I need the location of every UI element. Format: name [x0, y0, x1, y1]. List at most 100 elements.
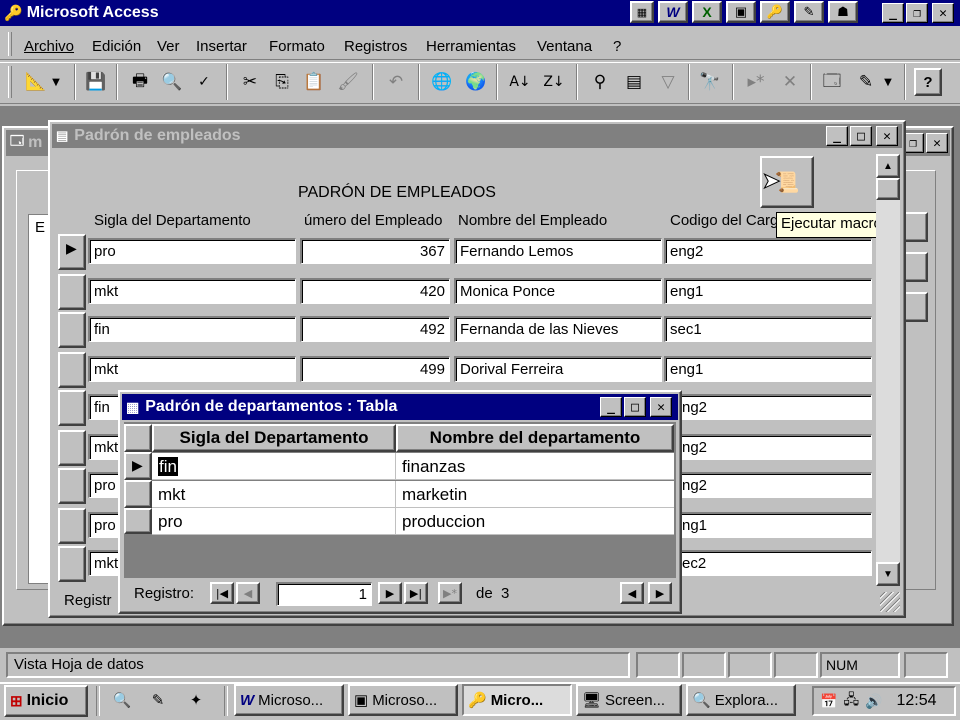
menu-formato[interactable]: Formato	[269, 38, 325, 55]
new-record-icon[interactable]: ▸*	[742, 66, 770, 98]
print-preview-icon[interactable]: 🔍	[158, 66, 186, 98]
first-record-button[interactable]: |◀	[210, 582, 234, 604]
record-number-input[interactable]: 1	[276, 582, 372, 606]
record-selector[interactable]	[58, 274, 86, 310]
task-screen[interactable]: 🖥 Screen...	[576, 684, 682, 716]
copy-icon[interactable]: ⎘	[268, 66, 296, 98]
menu-registros[interactable]: Registros	[344, 38, 407, 55]
form-size-grip[interactable]	[880, 592, 900, 612]
new-object-dropdown-icon[interactable]: ▼	[880, 66, 896, 98]
cell-department[interactable]: mkt	[152, 481, 396, 508]
table-row[interactable]: mkt marketin	[152, 481, 674, 508]
app-minimize-button[interactable]: _	[882, 3, 904, 23]
background-window-close-button[interactable]: ✕	[926, 133, 948, 153]
cell-department-name[interactable]: marketin	[396, 481, 674, 508]
form-vertical-scrollbar[interactable]	[876, 154, 900, 586]
view-dropdown-icon[interactable]: ▼	[48, 66, 64, 98]
field-employee-number[interactable]: 499	[300, 356, 450, 382]
cell-department-name[interactable]: finanzas	[396, 453, 674, 480]
menu-insertar[interactable]: Insertar	[196, 38, 247, 55]
field-position-code[interactable]: ng2	[664, 472, 872, 498]
binder-icon[interactable]: ☗	[828, 1, 858, 23]
web-toolbar-icon[interactable]: 🌍	[462, 66, 490, 98]
field-employee-number[interactable]: 492	[300, 316, 450, 342]
field-employee-name[interactable]: Fernanda de las Nieves	[454, 316, 662, 342]
table-row[interactable]: pro produccion	[152, 508, 674, 535]
field-position-code[interactable]: sec1	[664, 316, 872, 342]
previous-record-button[interactable]: ◀	[236, 582, 260, 604]
record-selector[interactable]	[58, 508, 86, 544]
hyperlink-icon[interactable]: 🌐	[428, 66, 456, 98]
app-restore-button[interactable]: ❐	[906, 3, 928, 23]
field-employee-number[interactable]: 367	[300, 238, 450, 264]
office-icon[interactable]: ▦	[630, 1, 654, 23]
cell-department[interactable]: fin	[152, 453, 396, 480]
field-position-code[interactable]: ng2	[664, 434, 872, 460]
format-painter-icon[interactable]: 🖌	[334, 66, 362, 98]
delete-record-icon[interactable]: ✕	[776, 66, 804, 98]
record-selector[interactable]	[58, 468, 86, 504]
field-employee-number[interactable]: 420	[300, 278, 450, 304]
record-selector[interactable]	[58, 546, 86, 582]
sort-ascending-icon[interactable]: A↓	[506, 66, 534, 98]
menu-help[interactable]: ?	[613, 38, 621, 55]
field-department[interactable]: mkt	[88, 356, 296, 382]
excel-icon[interactable]: X	[692, 1, 722, 23]
new-record-button[interactable]: ▶*	[438, 582, 462, 604]
scroll-left-button[interactable]: ◀	[620, 582, 644, 604]
cell-department[interactable]: pro	[152, 508, 396, 535]
form-minimize-button[interactable]: _	[826, 126, 848, 146]
menu-herramientas[interactable]: Herramientas	[426, 38, 516, 55]
sort-descending-icon[interactable]: Z↓	[540, 66, 568, 98]
table-row[interactable]: fin finanzas	[152, 453, 674, 480]
scroll-right-button[interactable]: ▶	[648, 582, 672, 604]
field-position-code[interactable]: ec2	[664, 550, 872, 576]
column-header-department[interactable]: Sigla del Departamento	[152, 424, 396, 452]
last-record-button[interactable]: ▶|	[404, 582, 428, 604]
cut-icon[interactable]: ✂	[236, 66, 264, 98]
access-key-icon[interactable]: 🔑	[760, 1, 790, 23]
task-explorer[interactable]: 🔍 Explora...	[686, 684, 796, 716]
task-powerpoint[interactable]: ▣ Microso...	[348, 684, 458, 716]
table-minimize-button[interactable]: _	[600, 397, 622, 417]
form-close-button[interactable]: ✕	[876, 126, 898, 146]
scroll-down-button[interactable]: ▼	[876, 562, 900, 586]
menu-ver[interactable]: Ver	[157, 38, 180, 55]
table-record-selector[interactable]	[124, 508, 152, 534]
record-selector[interactable]	[58, 390, 86, 426]
paste-icon[interactable]: 📋	[300, 66, 328, 98]
filter-by-selection-icon[interactable]: ⚲	[586, 66, 614, 98]
column-header-department-name[interactable]: Nombre del departamento	[396, 424, 674, 452]
menu-edicion[interactable]: Edición	[92, 38, 141, 55]
field-employee-name[interactable]: Fernando Lemos	[454, 238, 662, 264]
record-selector[interactable]	[58, 352, 86, 388]
explorer-quick-launch-icon[interactable]: 🔍	[110, 688, 134, 712]
wizard-quick-launch-icon[interactable]: ✦	[184, 688, 208, 712]
spelling-icon[interactable]: ✓	[190, 66, 218, 98]
table-record-selector[interactable]	[124, 480, 152, 508]
word-icon[interactable]: W	[658, 1, 688, 23]
save-icon[interactable]: 💾	[82, 66, 110, 98]
task-access-active[interactable]: 🔑 Micro...	[462, 684, 572, 716]
view-icon[interactable]: 📐	[22, 66, 50, 98]
powerpoint-icon[interactable]: ▣	[726, 1, 756, 23]
table-close-button[interactable]: ✕	[650, 397, 672, 417]
field-position-code[interactable]: eng2	[664, 238, 872, 264]
apply-filter-icon[interactable]: ▽	[654, 66, 682, 98]
new-object-icon[interactable]: ✎	[852, 66, 880, 98]
record-selector-current[interactable]: ▶	[58, 234, 86, 270]
cell-department-name[interactable]: produccion	[396, 508, 674, 535]
start-button[interactable]: ⊞ Inicio	[4, 685, 88, 717]
field-position-code[interactable]: eng1	[664, 356, 872, 382]
scroll-up-button[interactable]: ▲	[876, 154, 900, 178]
field-employee-name[interactable]: Dorival Ferreira	[454, 356, 662, 382]
form-maximize-button[interactable]: □	[850, 126, 872, 146]
field-position-code[interactable]: ng1	[664, 512, 872, 538]
print-icon[interactable]: 🖶	[126, 66, 154, 98]
field-department[interactable]: fin	[88, 316, 296, 342]
database-window-icon[interactable]: 🗔	[818, 66, 846, 98]
table-record-selector-current[interactable]: ▶	[124, 452, 152, 480]
menu-archivo[interactable]: Archivo	[24, 38, 74, 55]
menu-ventana[interactable]: Ventana	[537, 38, 592, 55]
schedule-icon[interactable]: ✎	[794, 1, 824, 23]
